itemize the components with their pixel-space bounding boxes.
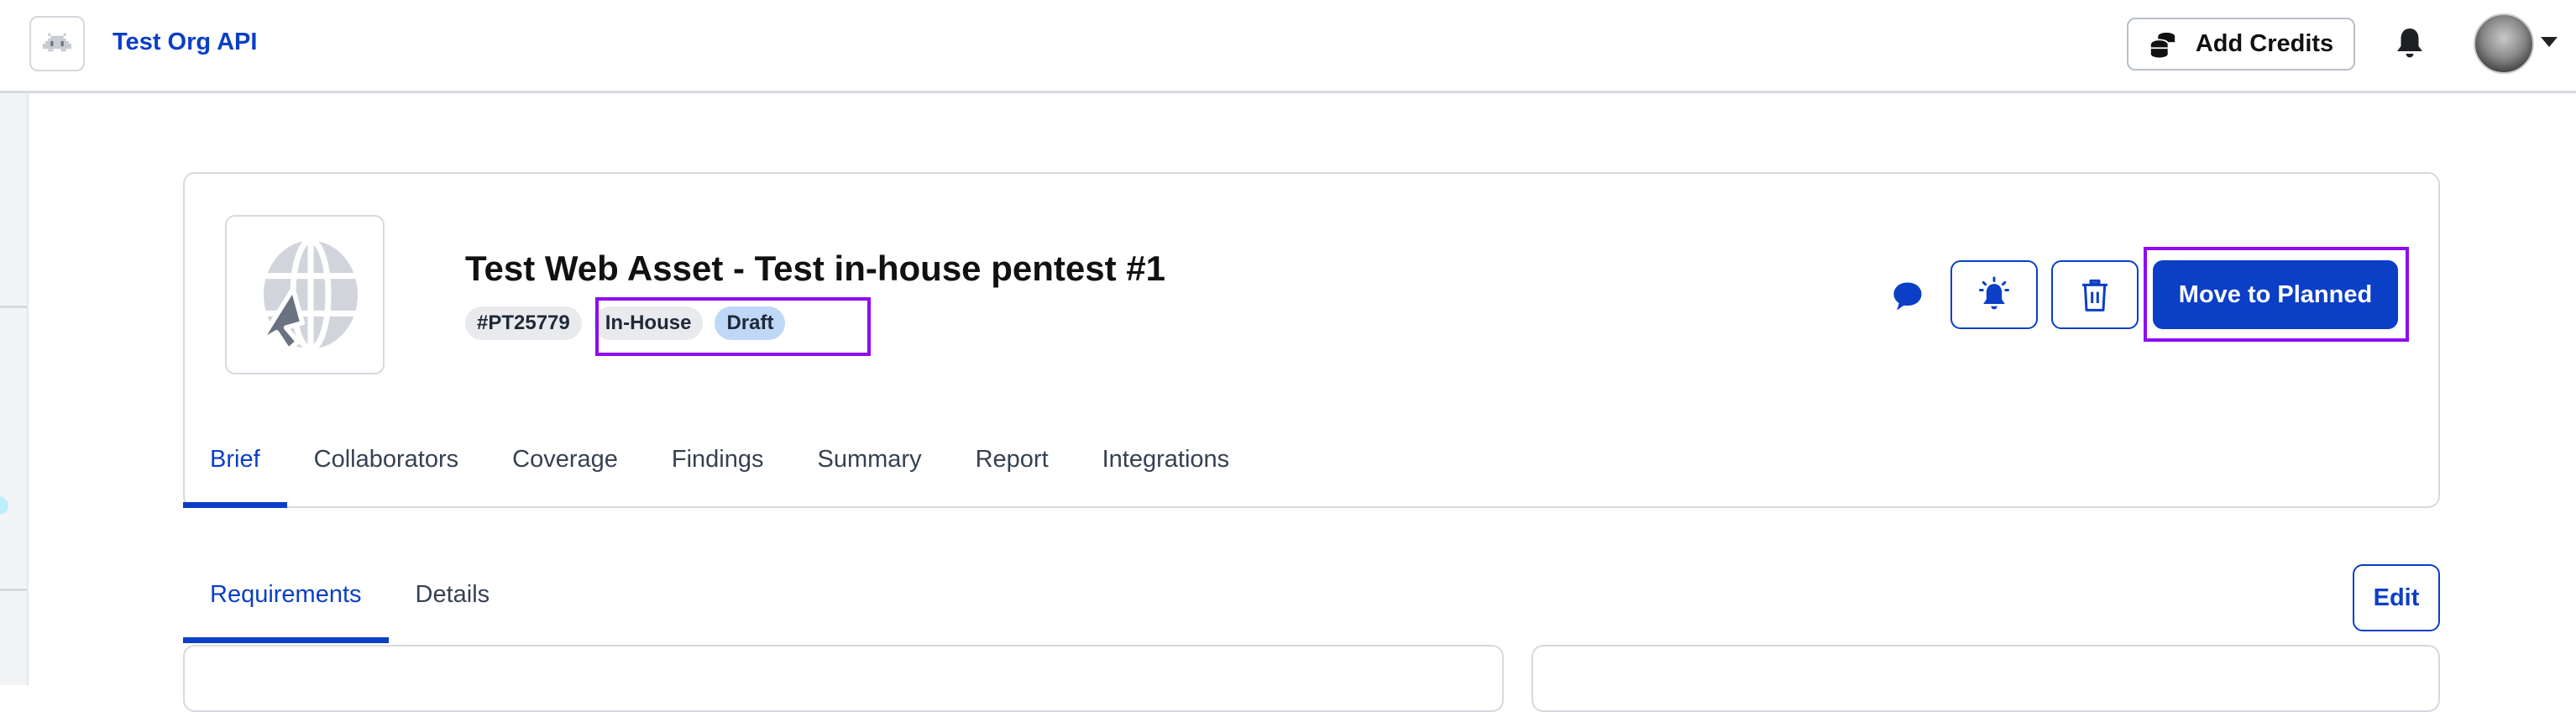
tab-integrations[interactable]: Integrations xyxy=(1076,437,1257,508)
pentest-id-badge: #PT25779 xyxy=(465,306,582,340)
add-credits-label: Add Credits xyxy=(2195,30,2334,57)
trash-icon xyxy=(2082,279,2107,312)
coins-icon xyxy=(2149,32,2175,58)
sidebar-divider xyxy=(0,589,27,591)
sidebar-expand-handle[interactable] xyxy=(0,496,8,515)
add-credits-button[interactable]: Add Credits xyxy=(2127,18,2355,71)
sidebar-divider xyxy=(0,306,27,308)
tab-coverage[interactable]: Coverage xyxy=(485,437,645,508)
delete-button[interactable] xyxy=(2051,260,2139,329)
top-navigation-bar: Test Org API Add Credits xyxy=(0,0,2576,93)
edit-button[interactable]: Edit xyxy=(2353,564,2440,631)
tab-report[interactable]: Report xyxy=(949,437,1076,508)
side-panel xyxy=(1531,645,2440,712)
notify-button[interactable] xyxy=(1950,260,2038,329)
caret-down-icon[interactable] xyxy=(2541,37,2558,47)
bell-icon[interactable] xyxy=(2395,25,2425,62)
subtab-requirements[interactable]: Requirements xyxy=(183,571,389,643)
org-name[interactable]: Test Org API xyxy=(113,29,257,56)
brief-subtabs: Requirements Details xyxy=(183,571,516,643)
pentest-tabs: Brief Collaborators Coverage Findings Su… xyxy=(183,437,1256,508)
tab-collaborators[interactable]: Collaborators xyxy=(287,437,485,508)
tab-brief[interactable]: Brief xyxy=(183,437,287,508)
highlight-box-primary-action xyxy=(2144,247,2409,342)
asset-title: Test Web Asset - Test in-house pentest #… xyxy=(465,249,1165,288)
highlight-box-badges xyxy=(595,297,871,356)
sidebar xyxy=(0,93,29,685)
requirements-panel xyxy=(183,645,1504,712)
tab-summary[interactable]: Summary xyxy=(791,437,949,508)
org-logo[interactable] xyxy=(29,16,85,71)
space-invader-icon xyxy=(43,33,71,52)
asset-icon xyxy=(225,215,385,374)
comment-icon[interactable] xyxy=(1889,278,1926,315)
web-asset-globe-cursor-icon xyxy=(258,238,358,353)
bell-alert-icon xyxy=(1979,276,2009,310)
user-avatar[interactable] xyxy=(2474,13,2534,74)
tab-findings[interactable]: Findings xyxy=(645,437,791,508)
subtab-details[interactable]: Details xyxy=(389,571,517,643)
